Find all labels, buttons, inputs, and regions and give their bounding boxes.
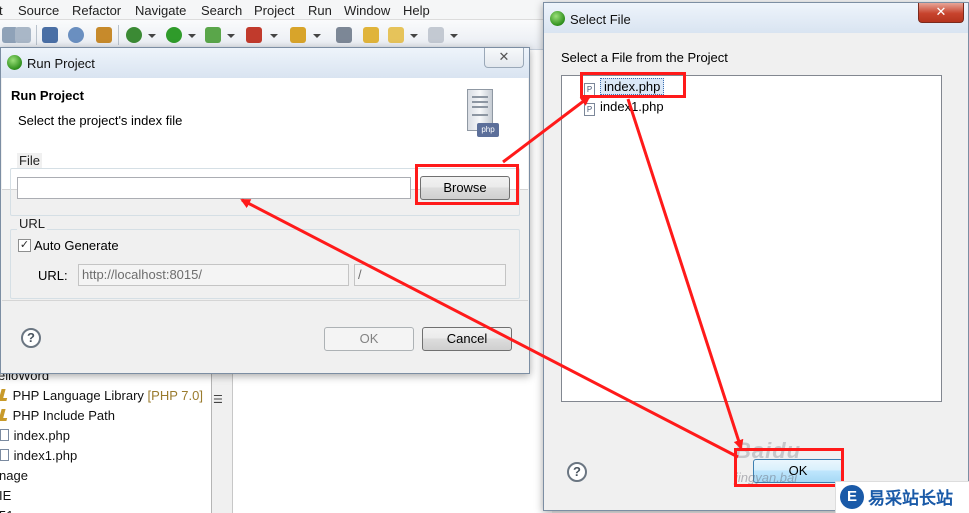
file-icon [0, 449, 9, 461]
tree-item-ie[interactable]: IE [0, 488, 11, 503]
tree-item-index1-php[interactable]: index1.php [0, 448, 77, 463]
library-icon [0, 409, 10, 421]
search-icon[interactable] [68, 27, 84, 43]
dialog-title: Select File [570, 12, 631, 27]
back-icon[interactable] [363, 27, 379, 43]
eclipse-icon [550, 11, 565, 26]
url-path-input[interactable]: / [354, 264, 506, 286]
tree-item-index-php[interactable]: index.php [0, 428, 70, 443]
prev-icon[interactable] [388, 27, 404, 43]
run-project-dialog: Run Project ✕ Run Project Select the pro… [0, 47, 530, 374]
external-tools-icon[interactable] [246, 27, 262, 43]
cancel-button[interactable]: Cancel [422, 327, 512, 351]
menu-item-project[interactable]: Project [254, 3, 294, 18]
wand-icon[interactable] [290, 27, 306, 43]
tree-item-51[interactable]: 51 [0, 508, 13, 513]
close-button[interactable]: ✕ [918, 3, 964, 23]
chevron-down-icon[interactable] [148, 34, 156, 38]
menu-item-window[interactable]: Window [344, 3, 390, 18]
php-badge: php [477, 123, 499, 137]
menu-item-help[interactable]: Help [403, 3, 430, 18]
splitter-handle-icon[interactable]: ☰ [213, 393, 223, 406]
dialog-titlebar[interactable]: Run Project ✕ [1, 48, 529, 78]
forward-icon[interactable] [428, 27, 444, 43]
header-title: Run Project [11, 88, 84, 103]
dialog-titlebar[interactable]: Select File ✕ [544, 3, 968, 33]
toolbar-separator [36, 25, 37, 45]
eclipse-icon [7, 55, 22, 70]
file-icon [0, 429, 9, 441]
menu-item-refactor[interactable]: Refactor [72, 3, 121, 18]
footer-divider [2, 300, 528, 301]
url-group-label: URL [17, 216, 48, 231]
file-prompt: Select a File from the Project [561, 50, 728, 65]
save-all-icon[interactable] [15, 27, 31, 43]
site-watermark: E 易采站长站 [835, 481, 969, 513]
menu-item-navigate[interactable]: Navigate [135, 3, 186, 18]
header-description: Select the project's index file [18, 113, 183, 128]
menu-item-run[interactable]: Run [308, 3, 332, 18]
annotation-box-index-php [580, 72, 686, 98]
chevron-down-icon[interactable] [227, 34, 235, 38]
menu-item-partial[interactable]: t [0, 3, 3, 18]
chevron-down-icon[interactable] [188, 34, 196, 38]
run-icon[interactable] [166, 27, 182, 43]
debug-icon[interactable] [126, 27, 142, 43]
tree-item-language-library[interactable]: PHP Language Library [PHP 7.0] [0, 388, 203, 403]
file-list[interactable]: Pindex.php Pindex1.php [561, 75, 942, 402]
tree-item-nage[interactable]: nage [0, 468, 28, 483]
url-input[interactable]: http://localhost:8015/ [78, 264, 349, 286]
chevron-down-icon[interactable] [450, 34, 458, 38]
menu-item-source[interactable]: Source [18, 3, 59, 18]
php-file-icon: P [584, 103, 595, 116]
file-path-input[interactable] [17, 177, 411, 199]
terminal-icon[interactable] [42, 27, 58, 43]
site-logo-icon: E [840, 485, 864, 509]
run-config-icon[interactable] [205, 27, 221, 43]
chevron-down-icon[interactable] [270, 34, 278, 38]
url-field-label: URL: [38, 268, 68, 283]
task-icon[interactable] [96, 27, 112, 43]
annotation-box-ok [734, 448, 844, 487]
ok-button[interactable]: OK [324, 327, 414, 351]
menu-item-search[interactable]: Search [201, 3, 242, 18]
help-icon[interactable]: ? [21, 328, 41, 348]
annotation-box-browse [415, 164, 519, 205]
tree-item-include-path[interactable]: PHP Include Path [0, 408, 115, 423]
chevron-down-icon[interactable] [410, 34, 418, 38]
list-item-index1-php[interactable]: Pindex1.php [584, 99, 664, 116]
open-type-icon[interactable] [336, 27, 352, 43]
file-group-label: File [17, 153, 42, 168]
chevron-down-icon[interactable] [313, 34, 321, 38]
help-icon[interactable]: ? [567, 462, 587, 482]
library-icon [0, 389, 10, 401]
dialog-title: Run Project [27, 56, 95, 71]
auto-generate-label: Auto Generate [34, 238, 119, 253]
site-watermark-text: 易采站长站 [868, 489, 953, 509]
close-button[interactable]: ✕ [484, 48, 524, 68]
toolbar-separator [118, 25, 119, 45]
auto-generate-checkbox[interactable]: ✓ [18, 239, 31, 252]
